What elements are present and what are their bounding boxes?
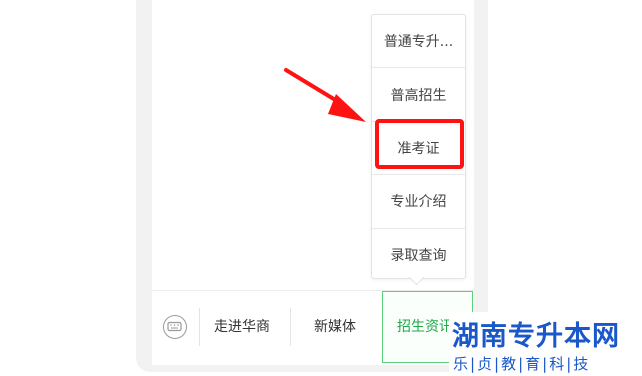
tab-new-media[interactable]: 新媒体 (314, 316, 356, 336)
watermark-title: 湖南专升本网 (452, 321, 620, 352)
keyboard-icon[interactable] (163, 315, 187, 339)
tab-admissions-info[interactable]: 招生资讯 (397, 316, 453, 336)
watermark-subtitle: 乐|贞|教|育|科|技 (453, 355, 591, 373)
menu-item-admissions[interactable]: 普高招生 (372, 68, 465, 122)
tab-about-huashang[interactable]: 走进华商 (214, 316, 270, 336)
highlight-box (375, 119, 464, 169)
menu-item-major-intro[interactable]: 专业介绍 (372, 175, 465, 229)
divider (199, 308, 200, 346)
red-arrow-icon (284, 68, 366, 122)
menu-item-upgrade[interactable]: 普通专升... (372, 15, 465, 69)
divider (290, 308, 291, 346)
